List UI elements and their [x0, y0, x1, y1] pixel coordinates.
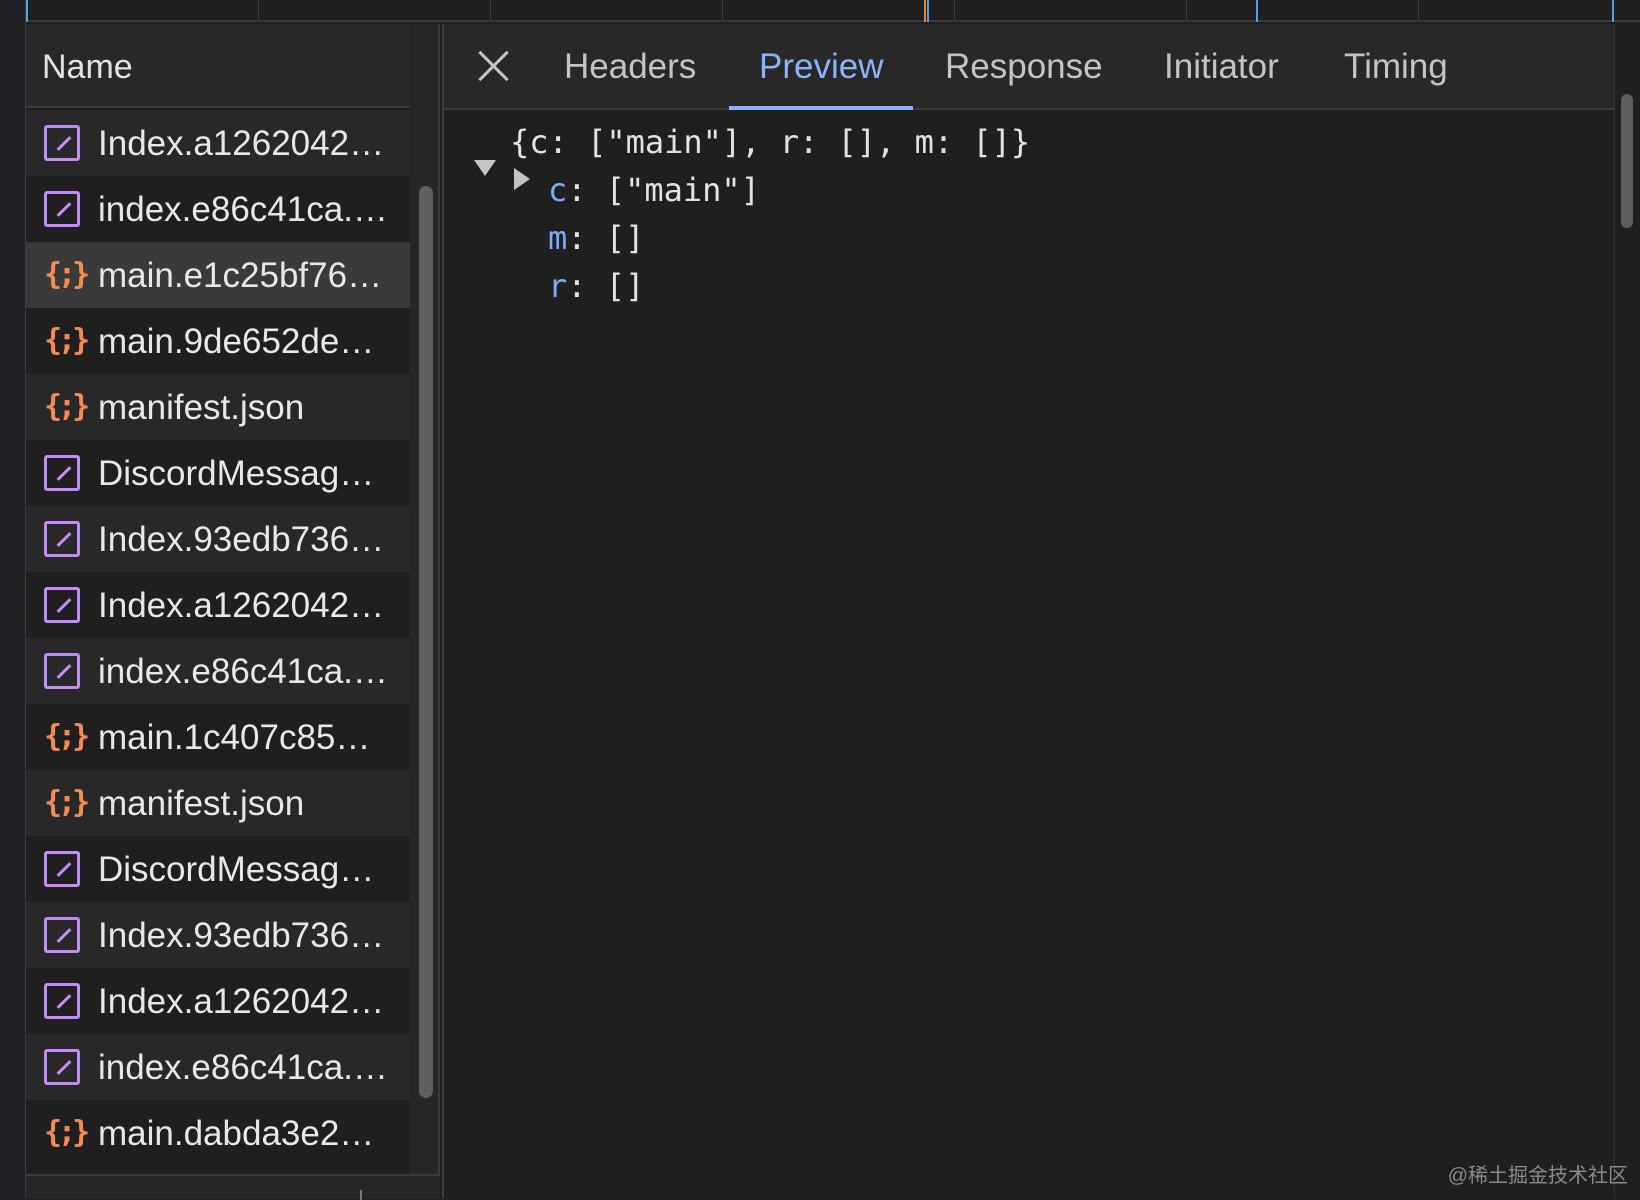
- json-colon: :: [567, 267, 587, 305]
- request-row[interactable]: {;} manifest.json: [26, 374, 430, 440]
- request-name-column: Name Index.a1262042… index.e86c41ca.… {;} m…: [26, 24, 430, 1198]
- triangle-right-icon[interactable]: [514, 168, 530, 190]
- request-row[interactable]: index.e86c41ca.…: [26, 176, 430, 242]
- footer-divider: [360, 1190, 362, 1200]
- request-row[interactable]: DiscordMessag…: [26, 440, 430, 506]
- request-name: manifest.json: [98, 388, 305, 427]
- image-icon: [44, 521, 80, 557]
- request-name: manifest.json: [98, 784, 305, 823]
- json-icon: {;}: [44, 389, 90, 424]
- request-row[interactable]: {;} manifest.json: [26, 770, 430, 836]
- detail-scroll-thumb[interactable]: [1621, 94, 1633, 228]
- image-icon: [44, 851, 80, 887]
- request-name: Index.a1262042…: [98, 982, 385, 1021]
- request-list-scroll-thumb[interactable]: [419, 186, 433, 1098]
- image-icon: [44, 917, 80, 953]
- request-list: Index.a1262042… index.e86c41ca.… {;} main.e…: [26, 110, 430, 1166]
- timeline-gridline: [722, 0, 723, 22]
- request-row[interactable]: Index.a1262042…: [26, 572, 430, 638]
- request-name: main.dabda3e2…: [98, 1114, 375, 1153]
- tab-response[interactable]: Response: [945, 24, 1103, 110]
- timeline-marker: [1612, 0, 1614, 22]
- json-key: m: [548, 219, 568, 257]
- request-detail-pane: Headers Preview Response Initiator Timin…: [442, 24, 1616, 1198]
- timeline-gridline: [954, 0, 955, 22]
- image-icon: [44, 1049, 80, 1085]
- request-name: index.e86c41ca.…: [98, 190, 388, 229]
- timeline-marker: [1256, 0, 1258, 22]
- json-icon: {;}: [44, 1115, 90, 1150]
- json-root-summary[interactable]: {c: ["main"], r: [], m: []}: [510, 118, 1030, 166]
- request-name: main.e1c25bf76…: [98, 256, 383, 295]
- request-list-footer: [26, 1174, 440, 1200]
- image-icon: [44, 983, 80, 1019]
- request-row[interactable]: {;} main.e1c25bf76…: [26, 242, 430, 308]
- image-icon: [44, 191, 80, 227]
- network-timeline-overview[interactable]: [26, 0, 1640, 22]
- json-value: []: [605, 267, 645, 305]
- detail-scrollbar[interactable]: [1614, 24, 1640, 1198]
- timeline-gridline: [1186, 0, 1187, 22]
- image-icon: [44, 587, 80, 623]
- json-icon: {;}: [44, 323, 90, 358]
- tab-preview[interactable]: Preview: [728, 24, 915, 110]
- timeline-marker: [927, 0, 929, 22]
- json-value: ["main"]: [605, 171, 760, 209]
- timeline-gridline: [490, 0, 491, 22]
- json-property-r: r: []: [548, 262, 644, 310]
- timeline-marker: [26, 0, 28, 22]
- tab-headers[interactable]: Headers: [564, 24, 696, 110]
- request-name: Index.93edb736…: [98, 916, 385, 955]
- devtools-network-panel: Name Index.a1262042… index.e86c41ca.… {;} m…: [0, 0, 1640, 1200]
- request-row[interactable]: {;} main.dabda3e2…: [26, 1100, 430, 1166]
- request-row[interactable]: Index.93edb736…: [26, 902, 430, 968]
- request-name: main.1c407c85…: [98, 718, 371, 757]
- json-icon: {;}: [44, 785, 90, 820]
- image-icon: [44, 125, 80, 161]
- request-name: Index.93edb736…: [98, 520, 385, 559]
- json-property-m: m: []: [548, 214, 644, 262]
- json-icon: {;}: [44, 719, 90, 754]
- close-icon[interactable]: [472, 44, 516, 88]
- json-icon: {;}: [44, 257, 90, 292]
- left-edge-strip: [0, 0, 26, 1198]
- request-list-scrollbar[interactable]: [410, 24, 440, 1198]
- request-row[interactable]: {;} main.9de652de…: [26, 308, 430, 374]
- triangle-down-icon[interactable]: [474, 160, 496, 176]
- request-row[interactable]: Index.a1262042…: [26, 110, 430, 176]
- request-name: main.9de652de…: [98, 322, 375, 361]
- tab-timing[interactable]: Timing: [1344, 24, 1448, 110]
- request-name: index.e86c41ca.…: [98, 652, 388, 691]
- request-row[interactable]: {;} main.1c407c85…: [26, 704, 430, 770]
- request-row[interactable]: Index.93edb736…: [26, 506, 430, 572]
- timeline-gridline: [1418, 0, 1419, 22]
- request-name: DiscordMessag…: [98, 454, 375, 493]
- name-column-header[interactable]: Name: [26, 24, 430, 108]
- request-row[interactable]: DiscordMessag…: [26, 836, 430, 902]
- json-key: r: [548, 267, 568, 305]
- timeline-gridline: [258, 0, 259, 22]
- request-row[interactable]: Index.a1262042…: [26, 968, 430, 1034]
- name-column-title: Name: [42, 48, 133, 86]
- image-icon: [44, 455, 80, 491]
- detail-tab-bar: Headers Preview Response Initiator Timin…: [444, 24, 1616, 110]
- request-name: Index.a1262042…: [98, 124, 385, 163]
- request-row[interactable]: index.e86c41ca.…: [26, 1034, 430, 1100]
- request-name: DiscordMessag…: [98, 850, 375, 889]
- request-name: index.e86c41ca.…: [98, 1048, 388, 1087]
- json-property-c[interactable]: c: ["main"]: [548, 166, 760, 214]
- json-colon: :: [567, 219, 587, 257]
- json-colon: :: [567, 171, 587, 209]
- request-row[interactable]: index.e86c41ca.…: [26, 638, 430, 704]
- request-name: Index.a1262042…: [98, 586, 385, 625]
- watermark: @稀土掘金技术社区: [1447, 1165, 1628, 1187]
- timeline-marker: [924, 0, 926, 22]
- image-icon: [44, 653, 80, 689]
- json-key: c: [548, 171, 568, 209]
- tab-initiator[interactable]: Initiator: [1164, 24, 1279, 110]
- json-value: []: [605, 219, 645, 257]
